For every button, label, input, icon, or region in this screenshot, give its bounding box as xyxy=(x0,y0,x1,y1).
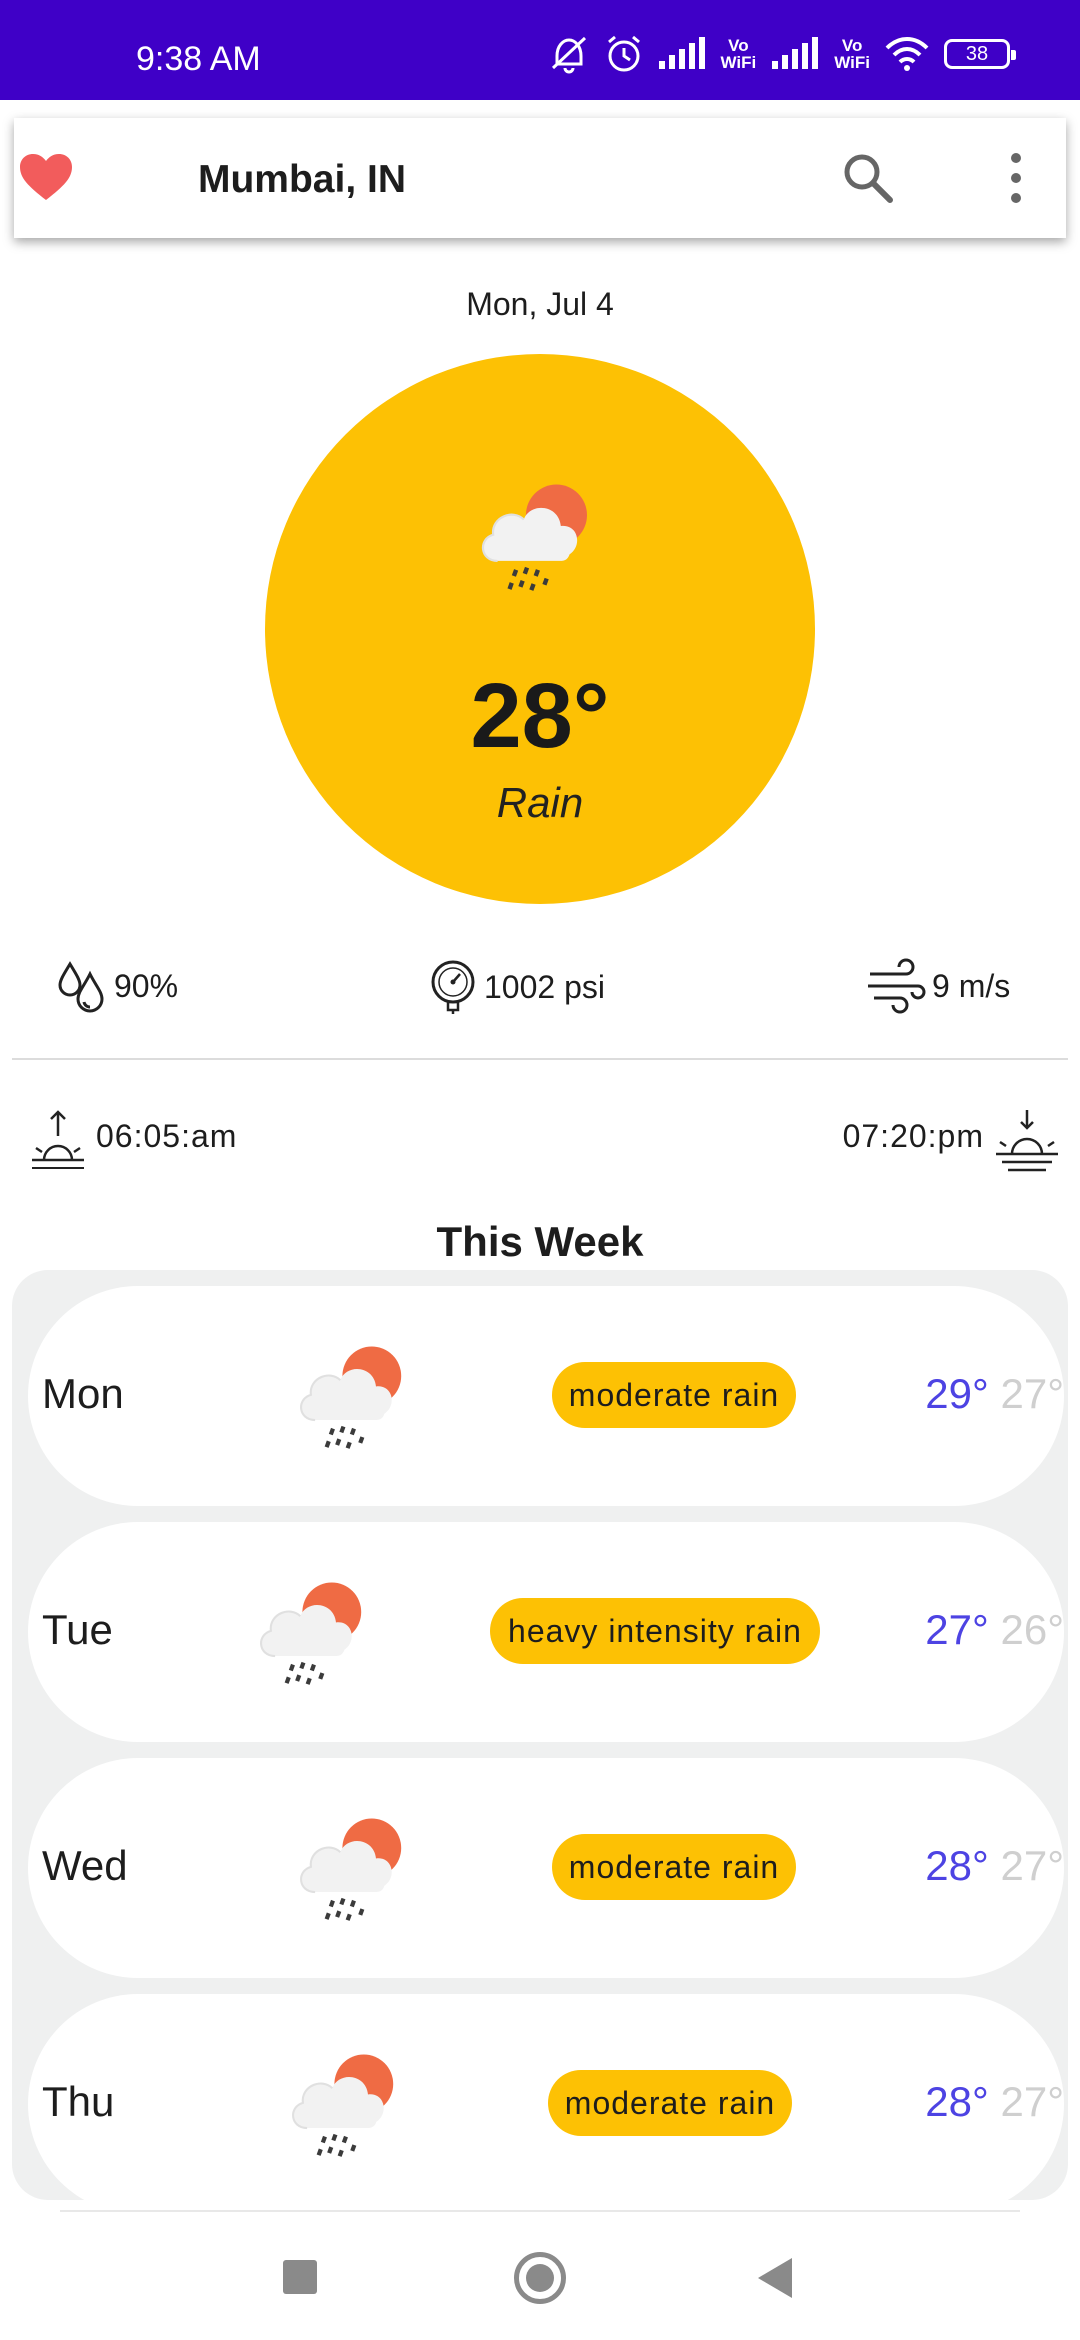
forecast-description: moderate rain xyxy=(548,2070,792,2136)
forecast-high: 27° xyxy=(925,1606,989,1653)
signal-icon xyxy=(772,37,819,69)
rain-cloud-sun-icon xyxy=(252,1576,378,1692)
search-icon[interactable] xyxy=(840,150,896,206)
divider xyxy=(12,1058,1068,1060)
forecast-temps: 27° 26° xyxy=(925,1606,1064,1654)
forecast-high: 28° xyxy=(925,2078,989,2125)
mute-icon xyxy=(551,36,586,74)
app-bar: Mumbai, IN xyxy=(14,118,1066,238)
forecast-low: 27° xyxy=(1000,1842,1064,1889)
forecast-row-thu[interactable]: Thu moderate rain 28° 27° xyxy=(28,1994,1064,2200)
sunrise-icon xyxy=(32,1110,84,1169)
city-title: Mumbai, IN xyxy=(198,158,407,201)
signal-icon xyxy=(658,37,705,69)
forecast-day: Thu xyxy=(42,2078,115,2125)
forecast-day: Tue xyxy=(42,1606,113,1653)
humidity-value: 90% xyxy=(114,967,179,1004)
current-date: Mon, Jul 4 xyxy=(466,286,614,322)
forecast-high: 29° xyxy=(925,1370,989,1417)
wind-value: 9 m/s xyxy=(932,967,1011,1004)
humidity-stat: 90% xyxy=(56,958,178,1014)
weather-stats: 90% 1002 psi 9 m/s xyxy=(0,958,1080,1018)
status-bar: 9:38 AM Vo WiFi Vo WiFi 38 xyxy=(0,0,1080,100)
week-forecast-list[interactable]: Mon moderate rain 29° 27° Tue heavy inte… xyxy=(12,1270,1068,2200)
week-title: This Week xyxy=(436,1218,644,1265)
current-weather-circle: 28° Rain xyxy=(265,354,815,904)
rain-cloud-sun-icon xyxy=(284,2048,410,2164)
forecast-day: Mon xyxy=(42,1370,124,1417)
forecast-low: 27° xyxy=(1000,2078,1064,2125)
vowifi-label-1: Vo WiFi xyxy=(720,36,757,72)
forecast-temps: 28° 27° xyxy=(925,2078,1064,2126)
battery-level: 38 xyxy=(965,42,989,65)
sunset: 07:20:pm xyxy=(843,1108,1062,1176)
battery-icon: 38 xyxy=(944,39,1016,69)
forecast-day: Wed xyxy=(42,1842,128,1889)
home-icon[interactable] xyxy=(514,2252,566,2304)
forecast-description: moderate rain xyxy=(552,1362,796,1428)
forecast-row-wed[interactable]: Wed moderate rain 28° 27° xyxy=(28,1758,1064,1978)
forecast-low: 27° xyxy=(1000,1370,1064,1417)
forecast-temps: 28° 27° xyxy=(925,1842,1064,1890)
wind-stat: 9 m/s xyxy=(866,958,1010,1014)
rain-cloud-sun-icon xyxy=(292,1812,418,1928)
wind-icon xyxy=(868,958,926,1014)
forecast-description: heavy intensity rain xyxy=(490,1598,820,1664)
forecast-row-tue[interactable]: Tue heavy intensity rain 27° 26° xyxy=(28,1522,1064,1742)
wifi-icon xyxy=(885,37,929,71)
pressure-gauge-icon xyxy=(431,960,475,1014)
forecast-description: moderate rain xyxy=(552,1834,796,1900)
alarm-icon xyxy=(607,35,640,72)
status-icons: Vo WiFi Vo WiFi 38 xyxy=(547,34,1016,74)
sun-times: 06:05:am 07:20:pm xyxy=(0,1108,1080,1188)
more-vert-icon[interactable] xyxy=(998,150,1034,206)
vowifi-label-2: Vo WiFi xyxy=(834,36,870,72)
sunrise-time: 06:05:am xyxy=(96,1118,238,1154)
current-temperature: 28° xyxy=(470,665,610,767)
recents-icon[interactable] xyxy=(283,2260,317,2294)
sunset-time: 07:20:pm xyxy=(842,1118,984,1154)
current-condition: Rain xyxy=(496,779,584,826)
system-nav-bar xyxy=(0,2212,1080,2340)
rain-cloud-sun-icon xyxy=(473,478,605,598)
forecast-temps: 29° 27° xyxy=(925,1370,1064,1418)
humidity-icon xyxy=(58,961,104,1013)
back-icon[interactable] xyxy=(758,2258,792,2298)
heart-icon[interactable] xyxy=(18,152,74,202)
forecast-low: 26° xyxy=(1000,1606,1064,1653)
pressure-stat: 1002 psi xyxy=(428,958,605,1016)
status-time: 9:38 AM xyxy=(136,40,261,78)
sunset-icon xyxy=(996,1110,1058,1172)
forecast-row-mon[interactable]: Mon moderate rain 29° 27° xyxy=(28,1286,1064,1506)
forecast-high: 28° xyxy=(925,1842,989,1889)
sunrise: 06:05:am xyxy=(28,1108,237,1176)
rain-cloud-sun-icon xyxy=(292,1340,418,1456)
pressure-value: 1002 psi xyxy=(484,968,605,1005)
